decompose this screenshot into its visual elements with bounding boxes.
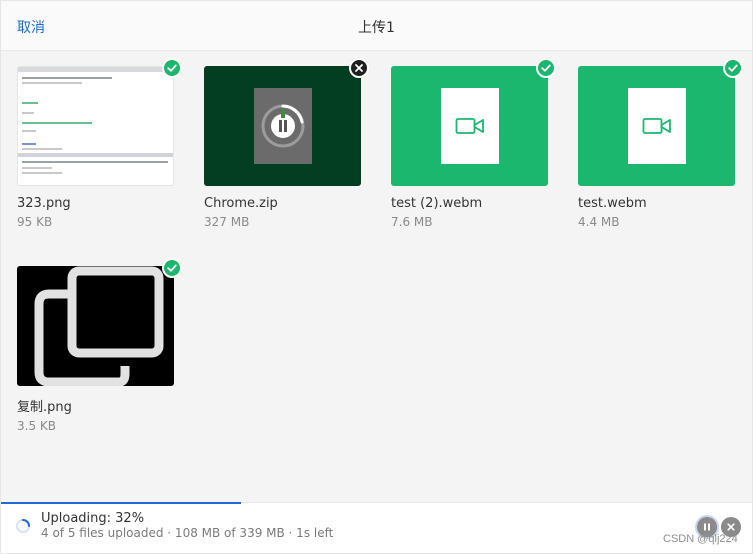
upload-status-title: Uploading: 32%: [41, 511, 145, 526]
archive-preview: [204, 66, 361, 186]
upload-dialog: 取消 上传1 323.png 95 KB Chrome.zip 327 MB t…: [0, 0, 753, 554]
watermark: CSDN @qlj224: [663, 533, 738, 545]
check-circle-icon: [162, 58, 182, 78]
video-preview: [578, 66, 735, 186]
file-tile[interactable]: 323.png 95 KB: [17, 58, 182, 229]
upload-progress-ring-icon: [261, 104, 305, 148]
file-size: 4.4 MB: [578, 215, 620, 229]
check-circle-icon: [723, 58, 743, 78]
close-icon: [727, 523, 735, 531]
archive-file-icon: [254, 88, 312, 164]
video-camera-icon: [642, 118, 671, 134]
file-name: Chrome.zip: [204, 196, 278, 211]
close-circle-icon[interactable]: [349, 58, 369, 78]
dialog-header: 取消 上传1: [1, 1, 752, 51]
copy-image-preview: [17, 266, 174, 386]
loading-spinner-icon: [16, 519, 30, 533]
file-thumbnail: [17, 58, 182, 186]
check-circle-icon: [162, 258, 182, 278]
upload-status-detail: 4 of 5 files uploaded · 108 MB of 339 MB…: [41, 526, 334, 540]
file-size: 3.5 KB: [17, 419, 56, 433]
file-tile[interactable]: test (2).webm 7.6 MB: [391, 58, 556, 229]
upload-status-bar: Uploading: 32% 4 of 5 files uploaded · 1…: [1, 502, 752, 553]
file-size: 95 KB: [17, 215, 53, 229]
copy-icon: [34, 266, 164, 386]
file-name: 323.png: [17, 196, 71, 211]
file-thumbnail: [204, 58, 369, 186]
check-circle-icon: [536, 58, 556, 78]
dialog-title: 上传1: [358, 20, 395, 36]
file-thumbnail: [17, 258, 182, 386]
upload-progress-bar: [1, 502, 242, 504]
file-tile[interactable]: test.webm 4.4 MB: [578, 58, 743, 229]
video-preview: [391, 66, 548, 186]
file-name: test (2).webm: [391, 196, 483, 211]
file-name: test.webm: [578, 196, 647, 211]
file-thumbnail: [391, 58, 556, 186]
file-tile[interactable]: 复制.png 3.5 KB: [17, 258, 182, 433]
file-tile[interactable]: Chrome.zip 327 MB: [204, 58, 369, 229]
screenshot-preview: [17, 66, 174, 186]
file-size: 7.6 MB: [391, 215, 433, 229]
file-name: 复制.png: [17, 400, 72, 415]
file-size: 327 MB: [204, 215, 250, 229]
pause-icon: [704, 523, 710, 531]
video-camera-icon: [455, 118, 484, 134]
file-thumbnail: [578, 58, 743, 186]
